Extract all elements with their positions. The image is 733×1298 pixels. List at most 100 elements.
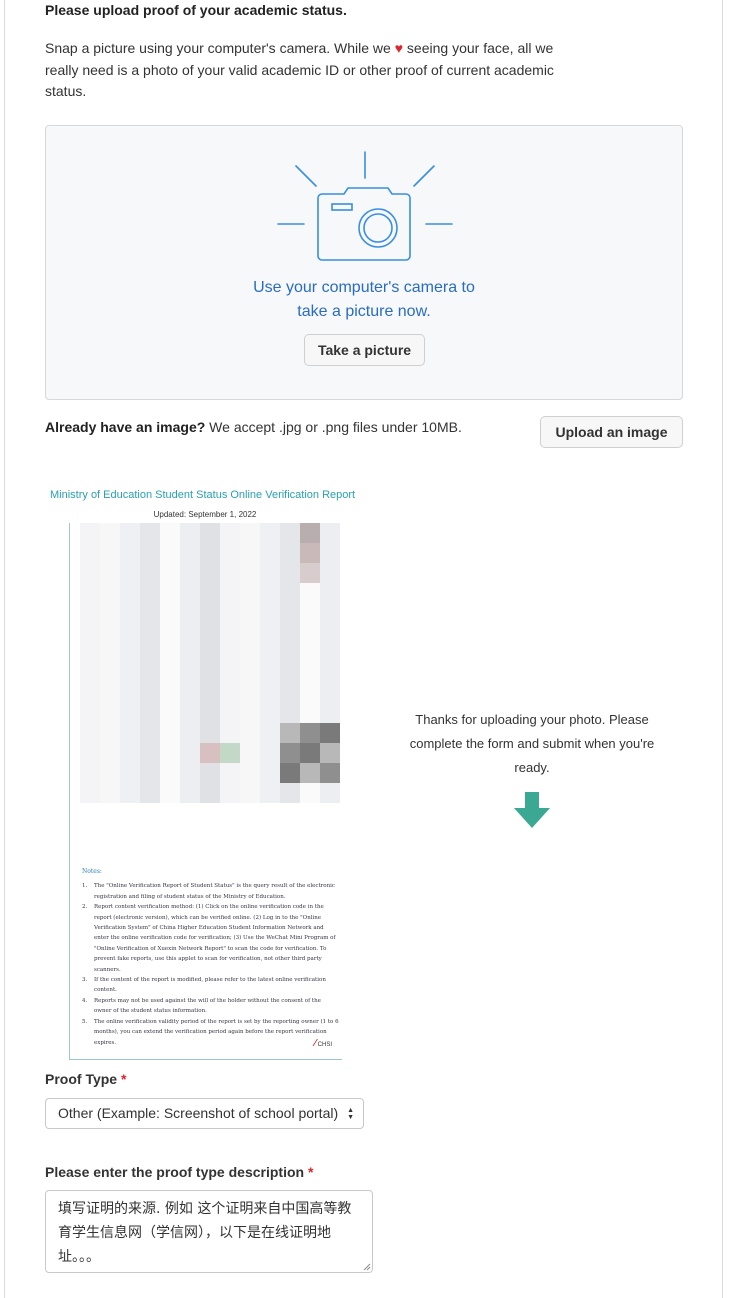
proof-type-value: Other (Example: Screenshot of school por…: [58, 1105, 339, 1121]
resize-grip-icon[interactable]: [363, 1263, 371, 1271]
mosaic-cell: [300, 523, 320, 543]
mosaic-cell: [240, 723, 260, 743]
mosaic-cell: [300, 703, 320, 723]
mosaic-cell: [260, 603, 280, 623]
note-item: 2. Report content verification method: (1…: [82, 904, 336, 973]
mosaic-cell: [100, 763, 120, 783]
mosaic-cell: [140, 583, 160, 603]
mosaic-cell: [320, 703, 340, 723]
document-notes: Notes: 1. The "Online Verification Report…: [82, 867, 340, 1048]
mosaic-cell: [200, 663, 220, 683]
mosaic-cell: [320, 583, 340, 603]
mosaic-cell: [280, 643, 300, 663]
intro-text-start: Snap a picture using your computer's cam…: [45, 40, 395, 56]
mosaic-cell: [320, 723, 340, 743]
mosaic-cell: [220, 523, 240, 543]
mosaic-cell: [80, 623, 100, 643]
mosaic-cell: [160, 543, 180, 563]
mosaic-cell: [300, 583, 320, 603]
mosaic-cell: [220, 723, 240, 743]
mosaic-cell: [220, 783, 240, 803]
mosaic-cell: [300, 683, 320, 703]
mosaic-cell: [320, 543, 340, 563]
mosaic-cell: [280, 783, 300, 803]
camera-icon: [277, 151, 453, 261]
document-paper: Notes: 1. The "Online Verification Report…: [69, 523, 342, 1060]
mosaic-cell: [80, 703, 100, 723]
mosaic-cell: [180, 523, 200, 543]
mosaic-cell: [260, 683, 280, 703]
mosaic-cell: [220, 623, 240, 643]
mosaic-cell: [200, 563, 220, 583]
note-item: 4. Reports may not be used against the wi…: [82, 997, 321, 1015]
mosaic-cell: [180, 623, 200, 643]
mosaic-cell: [260, 583, 280, 603]
mosaic-cell: [140, 563, 160, 583]
mosaic-cell: [200, 723, 220, 743]
camera-capture-area[interactable]: Use your computer's camera to take a pic…: [45, 125, 683, 400]
mosaic-cell: [280, 683, 300, 703]
mosaic-cell: [160, 523, 180, 543]
mosaic-cell: [220, 583, 240, 603]
mosaic-cell: [280, 703, 300, 723]
mosaic-cell: [100, 703, 120, 723]
mosaic-cell: [80, 723, 100, 743]
take-picture-button[interactable]: Take a picture: [304, 334, 425, 366]
mosaic-cell: [200, 743, 220, 763]
mosaic-cell: [80, 603, 100, 623]
chsi-logo: ⁄ CHSI: [314, 1038, 332, 1049]
mosaic-cell: [260, 763, 280, 783]
mosaic-cell: [100, 623, 120, 643]
mosaic-cell: [80, 783, 100, 803]
mosaic-cell: [100, 543, 120, 563]
mosaic-cell: [200, 543, 220, 563]
mosaic-cell: [320, 783, 340, 803]
mosaic-cell: [160, 583, 180, 603]
mosaic-cell: [180, 643, 200, 663]
mosaic-cell: [320, 623, 340, 643]
mosaic-cell: [220, 603, 240, 623]
mosaic-cell: [80, 563, 100, 583]
mosaic-cell: [140, 783, 160, 803]
mosaic-cell: [260, 623, 280, 643]
mosaic-cell: [220, 683, 240, 703]
uploaded-image-preview: Ministry of Education Student Status Onl…: [45, 483, 365, 1063]
mosaic-cell: [100, 723, 120, 743]
mosaic-cell: [300, 663, 320, 683]
mosaic-cell: [300, 643, 320, 663]
mosaic-cell: [200, 523, 220, 543]
mosaic-cell: [200, 623, 220, 643]
proof-type-select[interactable]: Other (Example: Screenshot of school por…: [45, 1098, 364, 1129]
mosaic-cell: [100, 603, 120, 623]
mosaic-cell: [220, 703, 240, 723]
mosaic-cell: [160, 663, 180, 683]
mosaic-cell: [180, 783, 200, 803]
description-textarea[interactable]: 填写证明的来源. 例如 这个证明来自中国高等教育学生信息网（学信网），以下是在线…: [45, 1190, 373, 1273]
mosaic-cell: [100, 743, 120, 763]
intro-text: Snap a picture using your computer's cam…: [45, 38, 575, 103]
mosaic-cell: [140, 723, 160, 743]
camera-prompt: Use your computer's camera to take a pic…: [46, 276, 682, 324]
mosaic-cell: [280, 523, 300, 543]
mosaic-cell: [80, 763, 100, 783]
mosaic-cell: [260, 723, 280, 743]
notes-title: Notes:: [82, 868, 102, 875]
mosaic-cell: [160, 723, 180, 743]
mosaic-cell: [180, 563, 200, 583]
mosaic-cell: [240, 703, 260, 723]
mosaic-cell: [120, 523, 140, 543]
mosaic-cell: [200, 603, 220, 623]
upload-image-button[interactable]: Upload an image: [540, 416, 683, 448]
mosaic-cell: [220, 543, 240, 563]
camera-prompt-line2: take a picture now.: [297, 303, 431, 320]
mosaic-cell: [200, 683, 220, 703]
mosaic-cell: [120, 703, 140, 723]
mosaic-cell: [160, 743, 180, 763]
document-title: Ministry of Education Student Status Onl…: [50, 489, 356, 501]
mosaic-cell: [320, 683, 340, 703]
mosaic-cell: [200, 763, 220, 783]
mosaic-cell: [240, 583, 260, 603]
mosaic-cell: [300, 623, 320, 643]
mosaic-cell: [320, 603, 340, 623]
camera-prompt-line1: Use your computer's camera to: [253, 279, 475, 296]
